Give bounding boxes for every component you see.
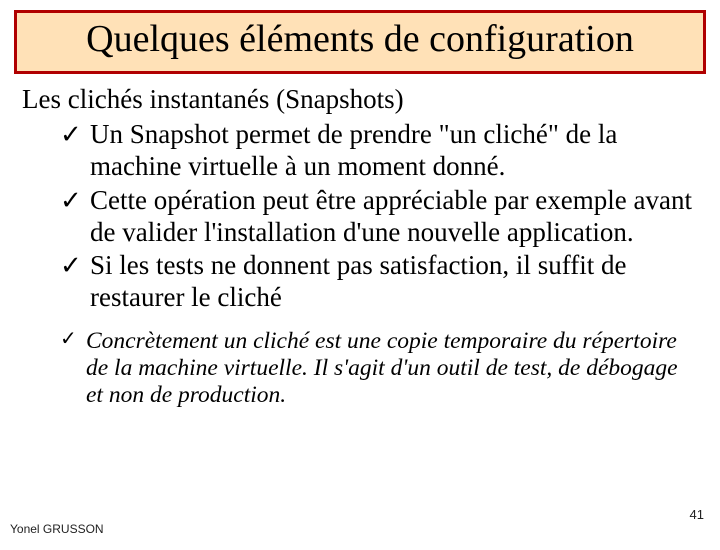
list-item: ✓ Si les tests ne donnent pas satisfacti… (60, 250, 698, 314)
footer-author: Yonel GRUSSON (10, 522, 104, 536)
check-icon: ✓ (60, 250, 82, 281)
check-icon: ✓ (60, 328, 77, 351)
list-item: ✓ Cette opération peut être appréciable … (60, 185, 698, 249)
bullet-list: ✓ Un Snapshot permet de prendre "un clic… (60, 119, 698, 314)
page-title: Quelques éléments de configuration (86, 18, 634, 60)
list-item-text: Si les tests ne donnent pas satisfaction… (90, 250, 626, 312)
list-item-text: Cette opération peut être appréciable pa… (90, 185, 692, 247)
list-item: ✓ Un Snapshot permet de prendre "un clic… (60, 119, 698, 183)
title-box: Quelques éléments de configuration (14, 10, 706, 74)
body-content: Les clichés instantanés (Snapshots) ✓ Un… (22, 84, 698, 409)
note-item: ✓ Concrètement un cliché est une copie t… (60, 328, 698, 409)
section-intro: Les clichés instantanés (Snapshots) (22, 84, 698, 115)
note-block: ✓ Concrètement un cliché est une copie t… (60, 328, 698, 409)
note-text: Concrètement un cliché est une copie tem… (86, 328, 678, 408)
footer-page-number: 41 (690, 507, 704, 522)
check-icon: ✓ (60, 185, 82, 216)
list-item-text: Un Snapshot permet de prendre "un cliché… (90, 119, 617, 181)
check-icon: ✓ (60, 119, 82, 150)
